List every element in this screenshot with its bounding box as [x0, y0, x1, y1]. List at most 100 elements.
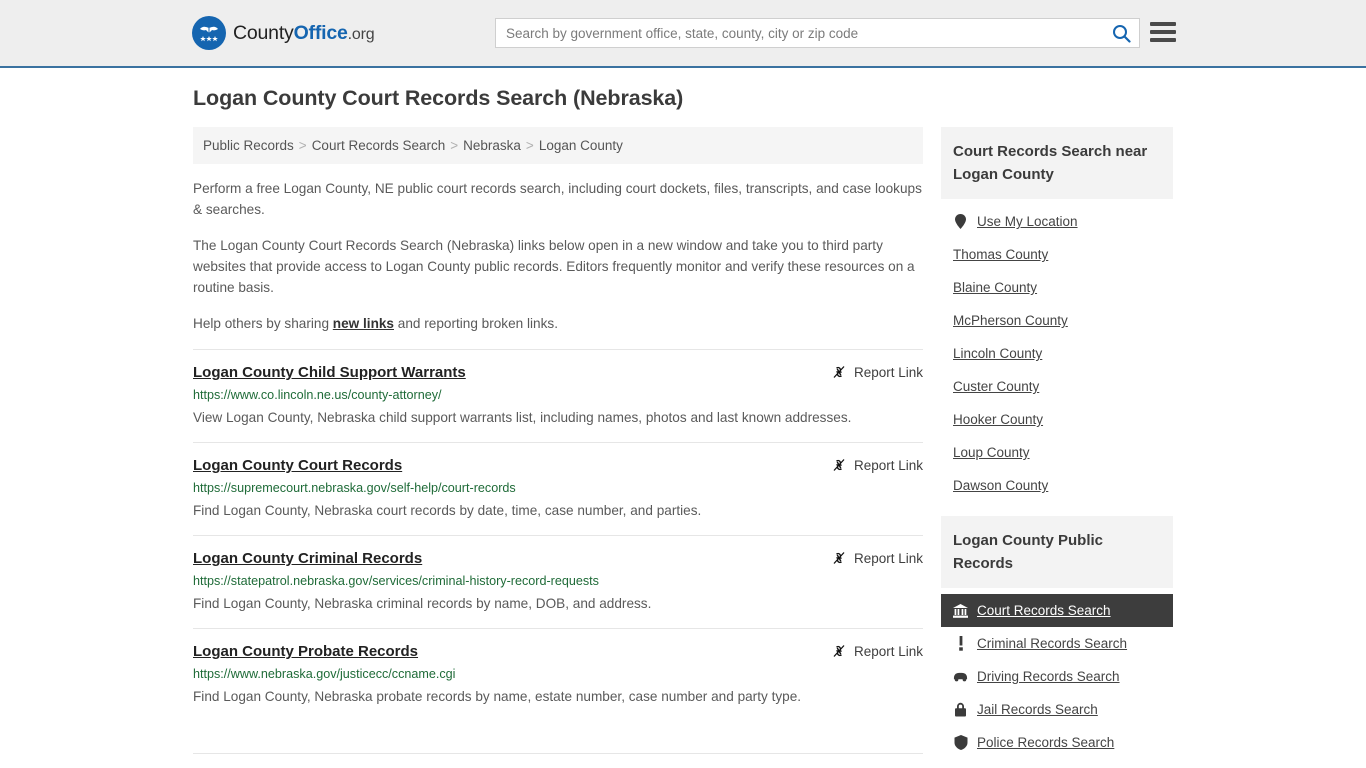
- result-item: Logan County Court Records Report Link h…: [193, 442, 923, 535]
- search-bar[interactable]: [495, 18, 1140, 48]
- logo-text-county: County: [233, 21, 294, 44]
- hamburger-bar: [1150, 30, 1176, 34]
- broken-link-icon: [833, 459, 845, 471]
- report-link-label: Report Link: [853, 364, 923, 380]
- intro-section: Perform a free Logan County, NE public c…: [193, 178, 923, 334]
- result-description: Find Logan County, Nebraska criminal rec…: [193, 596, 652, 611]
- public-records-links-list: Court Records Search Criminal Records Se…: [941, 588, 1173, 759]
- breadcrumb-item-nebraska[interactable]: Nebraska: [463, 138, 521, 153]
- exclamation-icon: [953, 636, 968, 651]
- page-title: Logan County Court Records Search (Nebra…: [193, 86, 684, 110]
- sidebar-item-label: Use My Location: [977, 214, 1078, 229]
- courthouse-icon: [953, 603, 968, 618]
- report-link-label: Report Link: [853, 643, 923, 659]
- result-title-link[interactable]: Logan County Probate Records: [193, 642, 418, 661]
- breadcrumb-item-logan-county[interactable]: Logan County: [539, 138, 623, 153]
- result-item: Logan County Child Support Warrants Repo…: [193, 349, 923, 442]
- content-container: Logan County Court Records Search (Nebra…: [193, 68, 1173, 768]
- sidebar-item-dawson-county[interactable]: Dawson County: [941, 469, 1173, 502]
- hamburger-bar: [1150, 22, 1176, 26]
- sidebar-item-lincoln-county[interactable]: Lincoln County: [941, 337, 1173, 370]
- sidebar-item-use-my-location[interactable]: Use My Location: [941, 205, 1173, 238]
- sidebar-item-police-records-search[interactable]: Police Records Search: [941, 726, 1173, 759]
- sidebar-item-label: Thomas County: [953, 247, 1049, 262]
- sidebar-item-blaine-county[interactable]: Blaine County: [941, 271, 1173, 304]
- result-header: Logan County Probate Records Report Link: [193, 642, 923, 661]
- sidebar-item-label: Criminal Records Search: [977, 636, 1128, 651]
- result-description: Find Logan County, Nebraska court record…: [193, 503, 702, 518]
- result-header: Logan County Child Support Warrants Repo…: [193, 363, 923, 382]
- search-input[interactable]: [496, 19, 1103, 47]
- breadcrumb-separator: >: [298, 138, 307, 153]
- map-pin-icon: [953, 214, 968, 229]
- intro-paragraph-2: The Logan County Court Records Search (N…: [193, 238, 915, 295]
- intro-paragraph-1: Perform a free Logan County, NE public c…: [193, 181, 922, 217]
- broken-link-icon: [833, 366, 845, 378]
- report-link-label: Report Link: [853, 550, 923, 566]
- hamburger-bar: [1150, 38, 1176, 42]
- result-url: https://statepatrol.nebraska.gov/service…: [193, 574, 599, 588]
- sidebar-item-mcpherson-county[interactable]: McPherson County: [941, 304, 1173, 337]
- report-link-button[interactable]: Report Link: [831, 364, 923, 380]
- breadcrumb-separator: >: [525, 138, 534, 153]
- share-prefix: Help others by sharing: [193, 316, 333, 331]
- sidebar-item-label: Lincoln County: [953, 346, 1043, 361]
- sidebar-item-label: Blaine County: [953, 280, 1038, 295]
- result-item: Logan County Probate Records Report Link…: [193, 628, 923, 721]
- eagle-logo-icon: [192, 16, 226, 50]
- breadcrumb-separator: >: [450, 138, 459, 153]
- breadcrumb: Public Records > Court Records Search > Nebr…: [193, 127, 923, 164]
- result-title-link[interactable]: Logan County Criminal Records: [193, 549, 422, 568]
- new-links-link[interactable]: new links: [333, 316, 394, 331]
- sidebar-item-custer-county[interactable]: Custer County: [941, 370, 1173, 403]
- sidebar-item-label: Jail Records Search: [977, 702, 1098, 717]
- sidebar-item-court-records-search[interactable]: Court Records Search: [941, 594, 1173, 627]
- sidebar-item-thomas-county[interactable]: Thomas County: [941, 238, 1173, 271]
- report-link-label: Report Link: [853, 457, 923, 473]
- sidebar-item-criminal-records-search[interactable]: Criminal Records Search: [941, 627, 1173, 660]
- car-icon: [953, 669, 968, 684]
- site-header: CountyOffice.org: [0, 0, 1366, 68]
- sidebar-item-label: Court Records Search: [977, 603, 1111, 618]
- sidebar: Court Records Search near Logan County U…: [941, 127, 1173, 768]
- main-column: Public Records > Court Records Search > Nebr…: [193, 127, 923, 754]
- logo-text-org: .org: [347, 25, 375, 43]
- result-description: Find Logan County, Nebraska probate reco…: [193, 689, 802, 704]
- sidebar-item-label: Dawson County: [953, 478, 1049, 493]
- result-title-link[interactable]: Logan County Child Support Warrants: [193, 363, 466, 382]
- page-body: Logan County Court Records Search (Nebra…: [0, 68, 1366, 768]
- result-header: Logan County Criminal Records Report Lin…: [193, 549, 923, 568]
- public-records-section-heading: Logan County Public Records: [941, 516, 1173, 588]
- sidebar-item-loup-county[interactable]: Loup County: [941, 436, 1173, 469]
- search-icon[interactable]: [1103, 19, 1139, 47]
- site-logo[interactable]: CountyOffice.org: [192, 16, 375, 50]
- sidebar-item-label: Driving Records Search: [977, 669, 1120, 684]
- result-url: https://www.nebraska.gov/justicecc/ccnam…: [193, 667, 456, 681]
- breadcrumb-item-public-records[interactable]: Public Records: [203, 138, 294, 153]
- results-bottom-divider: [193, 753, 923, 754]
- report-link-button[interactable]: Report Link: [831, 643, 923, 659]
- result-header: Logan County Court Records Report Link: [193, 456, 923, 475]
- result-description: View Logan County, Nebraska child suppor…: [193, 410, 852, 425]
- intro-share-line: Help others by sharing new links and rep…: [193, 313, 923, 334]
- sidebar-item-hooker-county[interactable]: Hooker County: [941, 403, 1173, 436]
- breadcrumb-item-court-records-search[interactable]: Court Records Search: [312, 138, 446, 153]
- report-link-button[interactable]: Report Link: [831, 457, 923, 473]
- result-url: https://www.co.lincoln.ne.us/county-atto…: [193, 388, 442, 402]
- result-item: Logan County Criminal Records Report Lin…: [193, 535, 923, 628]
- sidebar-item-label: Police Records Search: [977, 735, 1115, 750]
- police-badge-icon: [953, 735, 968, 750]
- hamburger-menu-icon[interactable]: [1150, 19, 1176, 45]
- nearby-section-heading: Court Records Search near Logan County: [941, 127, 1173, 199]
- sidebar-item-jail-records-search[interactable]: Jail Records Search: [941, 693, 1173, 726]
- sidebar-item-label: Custer County: [953, 379, 1040, 394]
- sidebar-item-label: Loup County: [953, 445, 1030, 460]
- sidebar-item-driving-records-search[interactable]: Driving Records Search: [941, 660, 1173, 693]
- sidebar-item-label: Hooker County: [953, 412, 1044, 427]
- logo-text-office: Office: [293, 21, 348, 44]
- columns-layout: Public Records > Court Records Search > Nebr…: [193, 127, 1173, 768]
- report-link-button[interactable]: Report Link: [831, 550, 923, 566]
- broken-link-icon: [833, 552, 845, 564]
- result-url: https://supremecourt.nebraska.gov/self-h…: [193, 481, 516, 495]
- result-title-link[interactable]: Logan County Court Records: [193, 456, 402, 475]
